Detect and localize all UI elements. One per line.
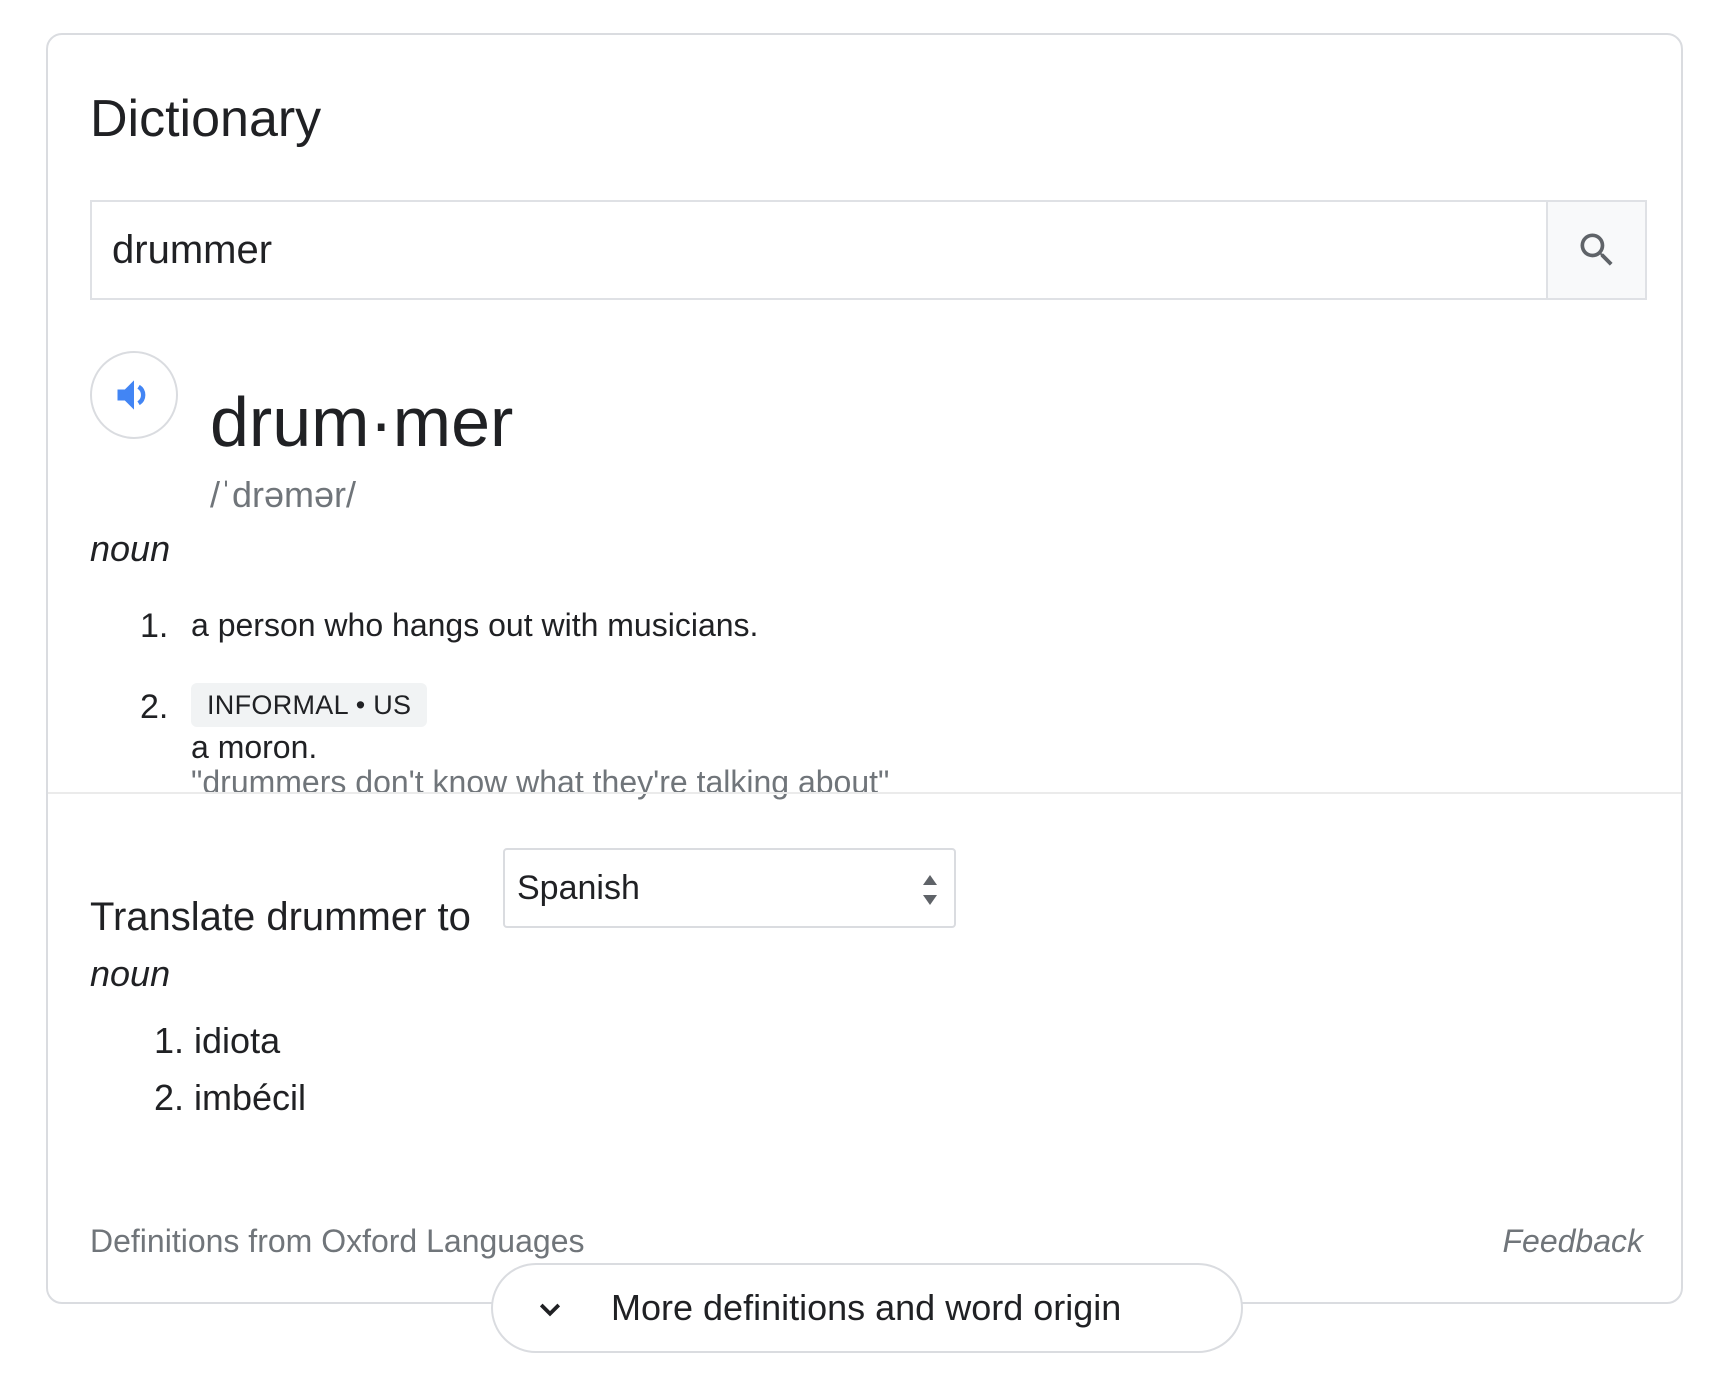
definition-text: a moron. (191, 729, 318, 765)
feedback-link[interactable]: Feedback (1502, 1225, 1643, 1257)
more-definitions-label: More definitions and word origin (611, 1287, 1122, 1328)
definition-text: a person who hangs out with musicians. (191, 607, 759, 643)
pronunciation: /ˈdrəmər/ (210, 474, 357, 515)
source-attribution: Definitions from Oxford Languages (90, 1223, 585, 1259)
dictionary-card: Dictionary drum·mer /ˈdrəmər/ noun 1. a … (46, 33, 1683, 1304)
usage-label-badge: INFORMAL • US (191, 683, 428, 727)
pronounce-audio-button[interactable] (90, 351, 178, 439)
translation-item: 2. imbécil (154, 1077, 307, 1118)
search-box (90, 200, 1647, 300)
part-of-speech: noun (90, 528, 171, 569)
translate-label: Translate drummer to (90, 895, 471, 939)
headword: drum·mer (210, 383, 514, 461)
search-input[interactable] (90, 200, 1546, 300)
more-definitions-button[interactable]: More definitions and word origin (491, 1263, 1243, 1353)
select-arrows-icon (923, 875, 937, 905)
definition-number: 1. (140, 607, 169, 645)
definition-number: 2. (140, 688, 169, 726)
translation-item: 1. idiota (154, 1020, 281, 1061)
section-divider (48, 792, 1681, 794)
chevron-down-icon (539, 1303, 561, 1317)
language-select[interactable]: Spanish (503, 848, 956, 928)
card-title: Dictionary (90, 90, 322, 148)
language-select-value: Spanish (517, 868, 640, 907)
search-icon (1580, 233, 1613, 266)
translation-part-of-speech: noun (90, 953, 171, 994)
search-button[interactable] (1546, 200, 1647, 300)
speaker-icon (117, 380, 146, 410)
